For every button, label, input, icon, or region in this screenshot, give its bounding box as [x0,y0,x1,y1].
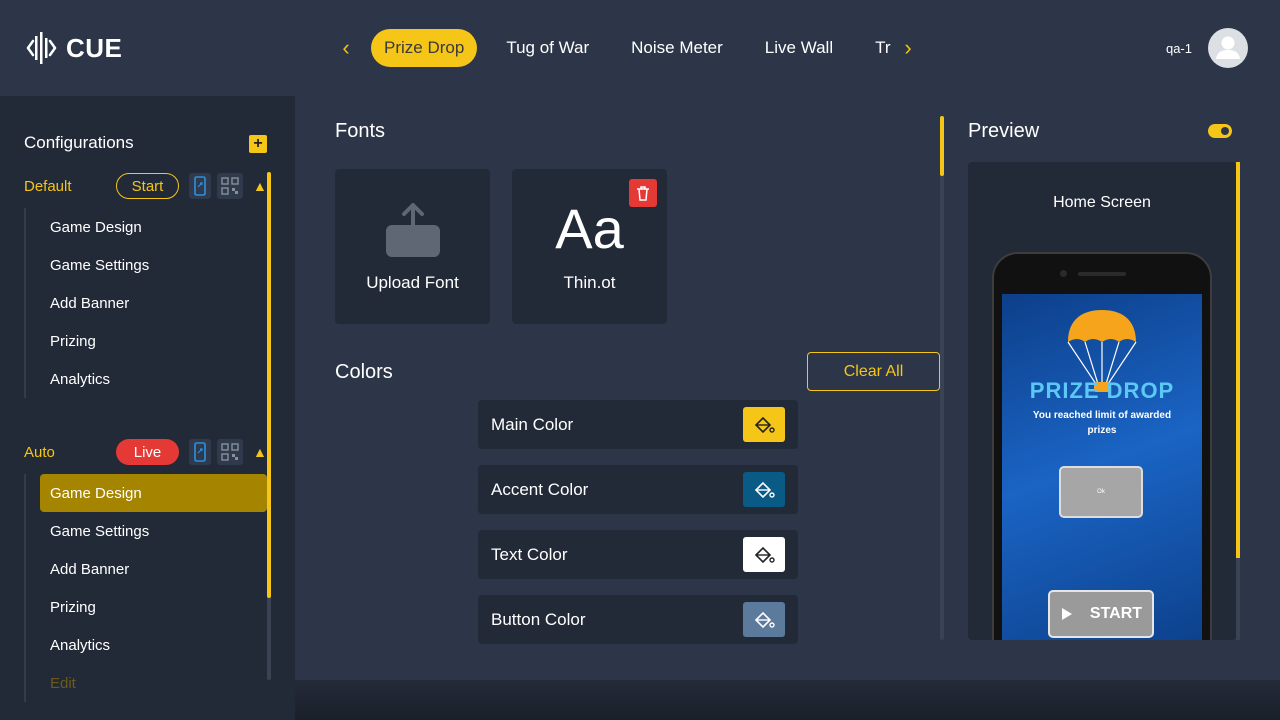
chevron-up-icon[interactable]: ▲ [253,444,267,460]
font-sample: Aa [555,196,624,260]
user-menu[interactable]: qa-1 [1166,28,1248,68]
config-auto-header[interactable]: Auto Live ▲ [24,439,269,465]
camera-icon [1060,270,1067,277]
start-label: START [1089,605,1143,622]
menu-item-game-settings[interactable]: Game Settings [40,512,267,550]
trash-icon [637,186,649,201]
menu-item-prizing[interactable]: Prizing [40,588,267,626]
sidebar-scrollbar[interactable] [267,172,271,680]
upload-font-label: Upload Font [366,272,459,292]
menu-item-game-settings[interactable]: Game Settings [40,246,267,284]
color-label: Accent Color [491,479,589,499]
clear-all-button[interactable]: Clear All [807,352,940,391]
main-color-row[interactable]: Main Color [478,400,798,449]
paint-bucket-icon[interactable] [743,472,785,507]
config-name: Auto [24,443,55,461]
chevron-up-icon[interactable]: ▲ [253,178,267,194]
config-auto-menu: Game Design Game Settings Add Banner Pri… [24,474,267,702]
preview-scrollbar[interactable] [1236,162,1240,640]
limit-message: You reached limit of awarded prizes [1032,410,1172,436]
mobile-preview-icon[interactable] [189,173,211,199]
fonts-title: Fonts [335,120,386,142]
content-scrollbar-thumb[interactable] [940,116,944,176]
cue-logo[interactable]: CUE [24,30,122,66]
menu-item-edit[interactable]: Edit [40,664,267,702]
preview-title: Preview [968,120,1040,142]
menu-item-add-banner[interactable]: Add Banner [40,284,267,322]
phone-screen: PRIZE DROP You reached limit of awarded … [1002,294,1202,640]
menu-item-prizing[interactable]: Prizing [40,322,267,360]
qr-code-icon[interactable] [217,173,243,199]
speaker-icon [1078,272,1126,276]
menu-item-game-design[interactable]: Game Design [40,474,267,512]
upload-icon [385,202,440,257]
font-name: Thin.ot [563,272,616,292]
preview-panel: Home Screen PRIZE DROP You reached limit… [968,162,1236,640]
configurations-sidebar: Configurations + Default Start ▲ Game De… [0,96,295,720]
avatar[interactable] [1208,28,1248,68]
content-scrollbar[interactable] [940,116,944,640]
bottom-bar [295,680,1280,720]
user-name: qa-1 [1165,40,1192,56]
tab-tug-of-war[interactable]: Tug of War [493,29,602,67]
font-card-thin[interactable]: Aa Thin.ot [512,169,667,324]
paint-bucket-icon[interactable] [743,537,785,572]
config-default-header[interactable]: Default Start ▲ [24,173,269,199]
menu-item-game-design[interactable]: Game Design [40,208,267,246]
mobile-preview-icon[interactable] [189,439,211,465]
top-header: CUE ‹ Prize Drop Tug of War Noise Meter … [0,0,1280,96]
tabs-next-arrow-icon[interactable]: › [896,35,920,60]
color-label: Text Color [491,544,568,564]
delete-font-button[interactable] [629,179,657,207]
config-default-menu: Game Design Game Settings Add Banner Pri… [24,208,267,398]
game-title-logo: PRIZE DROP [1029,378,1175,403]
upload-font-card[interactable]: Upload Font [335,169,490,324]
accent-color-row[interactable]: Accent Color [478,465,798,514]
preview-toggle[interactable] [1208,124,1232,138]
color-label: Button Color [491,609,586,629]
color-label: Main Color [491,414,574,434]
game-design-panel: Fonts Upload Font Aa Thin.ot Colors Clea… [295,96,1280,644]
user-icon [1216,36,1240,59]
ok-button[interactable]: Ok [1059,466,1143,518]
tab-live-wall[interactable]: Live Wall [752,29,846,67]
button-color-row[interactable]: Button Color [478,595,798,644]
sidebar-title: Configurations [24,133,134,152]
soundwave-logo-icon [26,32,57,64]
screen-label: Home Screen [1053,194,1151,211]
paint-bucket-icon[interactable] [743,602,785,637]
tab-trivia[interactable]: Trivia [862,29,891,67]
tab-prize-drop[interactable]: Prize Drop [371,29,478,67]
tabs-prev-arrow-icon[interactable]: ‹ [334,35,358,60]
config-name: Default [24,177,72,195]
start-button[interactable]: Start [116,173,179,199]
phone-mockup: PRIZE DROP You reached limit of awarded … [992,252,1212,640]
logo-text: CUE [66,32,123,63]
menu-item-analytics[interactable]: Analytics [40,626,267,664]
paint-bucket-icon[interactable] [743,407,785,442]
text-color-row[interactable]: Text Color [478,530,798,579]
play-icon [1061,608,1072,620]
add-configuration-button[interactable]: + [249,135,267,153]
start-game-button[interactable]: START [1048,590,1154,638]
plus-icon: + [253,135,263,152]
qr-code-icon[interactable] [217,439,243,465]
tab-noise-meter[interactable]: Noise Meter [618,29,736,67]
sidebar-scrollbar-thumb[interactable] [267,172,271,598]
live-badge[interactable]: Live [116,439,179,465]
preview-scrollbar-thumb[interactable] [1236,162,1240,558]
game-tabs: Prize Drop Tug of War Noise Meter Live W… [371,29,891,67]
colors-title: Colors [335,361,393,383]
menu-item-add-banner[interactable]: Add Banner [40,550,267,588]
menu-item-analytics[interactable]: Analytics [40,360,267,398]
